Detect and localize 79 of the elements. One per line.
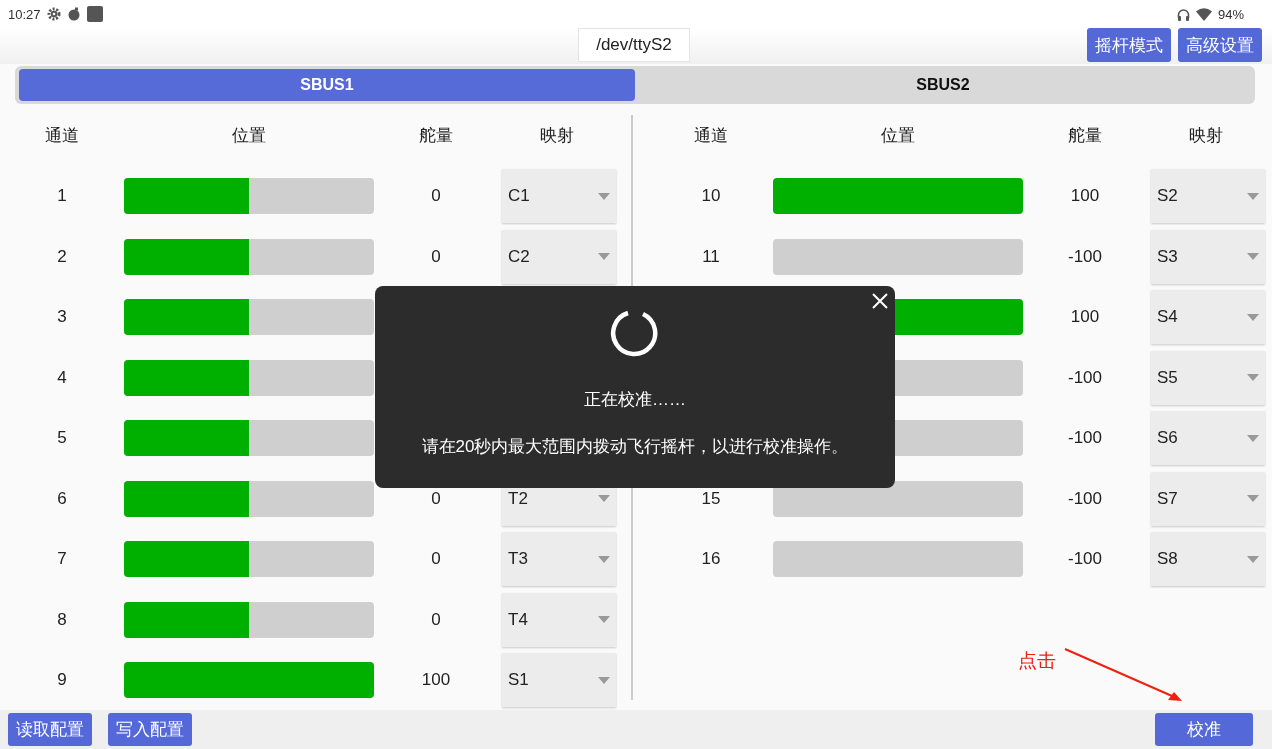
servo-value: -100	[1067, 428, 1102, 449]
wifi-icon	[1195, 7, 1212, 21]
mapping-dropdown[interactable]: C1	[502, 169, 616, 224]
mapping-dropdown[interactable]: S4	[1151, 290, 1265, 345]
servo-value: 100	[421, 670, 451, 691]
mapping-dropdown[interactable]: C2	[502, 229, 616, 284]
mapping-dropdown[interactable]: S6	[1151, 411, 1265, 466]
bus-tab[interactable]: SBUS2	[635, 69, 1251, 101]
bus-tab[interactable]: SBUS1	[19, 69, 635, 101]
channel-number: 2	[57, 246, 67, 267]
header-button[interactable]: 摇杆模式	[1087, 28, 1171, 62]
channel-number: 15	[701, 488, 721, 509]
servo-value: 0	[431, 549, 441, 570]
channel-number: 7	[57, 549, 67, 570]
servo-value: -100	[1067, 488, 1102, 509]
caret-icon	[598, 253, 610, 261]
servo-value: -100	[1067, 246, 1102, 267]
caret-icon	[1247, 253, 1259, 261]
column-header: 映射	[540, 124, 574, 147]
port-field[interactable]: /dev/ttyS2	[578, 28, 690, 62]
caret-icon	[1247, 434, 1259, 442]
caret-icon	[598, 676, 610, 684]
servo-value: -100	[1067, 549, 1102, 570]
status-time: 10:27	[8, 6, 41, 22]
close-icon[interactable]	[871, 292, 889, 310]
headphones-icon	[1176, 7, 1190, 21]
caret-icon	[1247, 555, 1259, 563]
bomb-icon	[66, 7, 81, 21]
column-header: 位置	[881, 124, 915, 147]
mapping-dropdown[interactable]: S2	[1151, 169, 1265, 224]
servo-value: -100	[1067, 367, 1102, 388]
channel-number: 10	[701, 186, 721, 207]
caret-icon	[1247, 374, 1259, 382]
channel-number: 4	[57, 367, 67, 388]
mapping-dropdown[interactable]: T3	[502, 532, 616, 587]
channel-number: 9	[57, 670, 67, 691]
column-header: 通道	[45, 124, 79, 147]
caret-icon	[598, 616, 610, 624]
caret-icon	[1247, 192, 1259, 200]
servo-value: 0	[431, 488, 441, 509]
caret-icon	[598, 555, 610, 563]
calibrate-button[interactable]: 校准	[1155, 713, 1253, 746]
annotation-text: 点击	[1018, 649, 1056, 673]
servo-value: 0	[431, 609, 441, 630]
config-button[interactable]: 读取配置	[8, 713, 92, 746]
caret-icon	[598, 192, 610, 200]
loading-spinner-icon	[610, 308, 660, 358]
servo-value: 0	[431, 186, 441, 207]
mapping-dropdown[interactable]: T4	[502, 592, 616, 647]
column-header: 通道	[694, 124, 728, 147]
caret-icon	[1247, 495, 1259, 503]
mapping-dropdown[interactable]: S3	[1151, 229, 1265, 284]
mapping-dropdown[interactable]: S8	[1151, 532, 1265, 587]
channel-number: 1	[57, 186, 67, 207]
servo-value: 100	[1070, 186, 1100, 207]
caret-icon	[598, 495, 610, 503]
dialog-title: 正在校准……	[584, 389, 686, 411]
column-header: 映射	[1189, 124, 1223, 147]
mapping-dropdown[interactable]: S7	[1151, 471, 1265, 526]
channel-number: 6	[57, 488, 67, 509]
servo-value: 100	[1070, 307, 1100, 328]
channel-number: 3	[57, 307, 67, 328]
config-button[interactable]: 写入配置	[108, 713, 192, 746]
caret-icon	[1247, 313, 1259, 321]
header-button[interactable]: 高级设置	[1178, 28, 1262, 62]
channel-number: 16	[701, 549, 721, 570]
channel-number: 5	[57, 428, 67, 449]
dialog-message: 请在20秒内最大范围内拨动飞行摇杆，以进行校准操作。	[421, 436, 849, 458]
column-header: 位置	[232, 124, 266, 147]
square-icon	[86, 6, 103, 22]
channel-number: 8	[57, 609, 67, 630]
channel-number: 11	[702, 246, 720, 267]
gear-icon	[46, 7, 61, 21]
battery-level: 94%	[1217, 6, 1244, 22]
mapping-dropdown[interactable]: S1	[502, 653, 616, 708]
column-header: 舵量	[1068, 124, 1102, 147]
column-header: 舵量	[419, 124, 453, 147]
mapping-dropdown[interactable]: S5	[1151, 350, 1265, 405]
servo-value: 0	[431, 246, 441, 267]
